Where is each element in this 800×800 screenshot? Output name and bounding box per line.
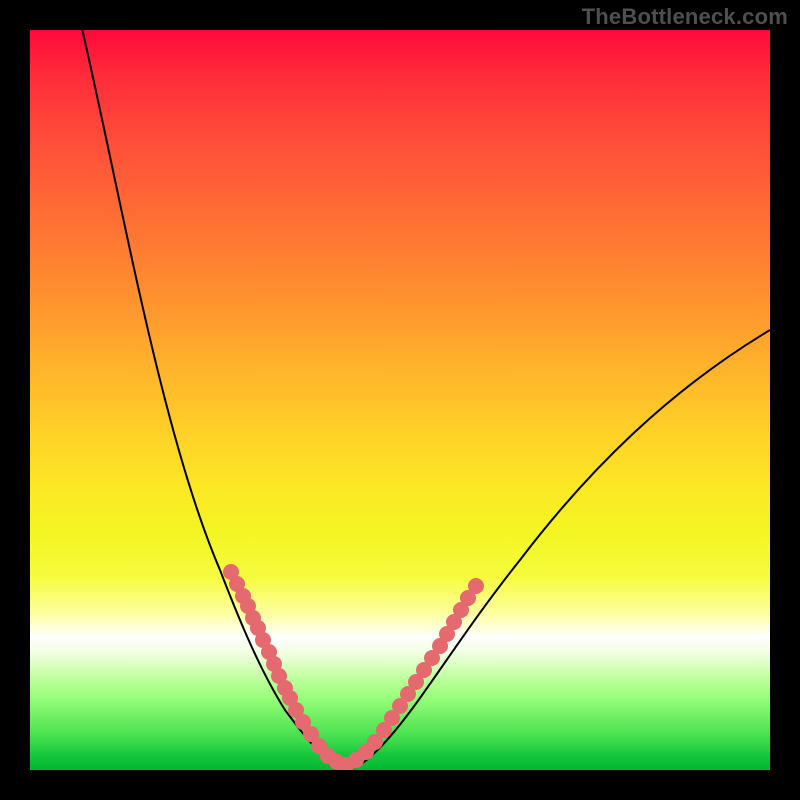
highlight-dot <box>468 578 484 594</box>
plot-area <box>30 30 770 770</box>
watermark-text: TheBottleneck.com <box>582 4 788 30</box>
chart-container: TheBottleneck.com <box>0 0 800 800</box>
curve-layer <box>30 30 770 770</box>
